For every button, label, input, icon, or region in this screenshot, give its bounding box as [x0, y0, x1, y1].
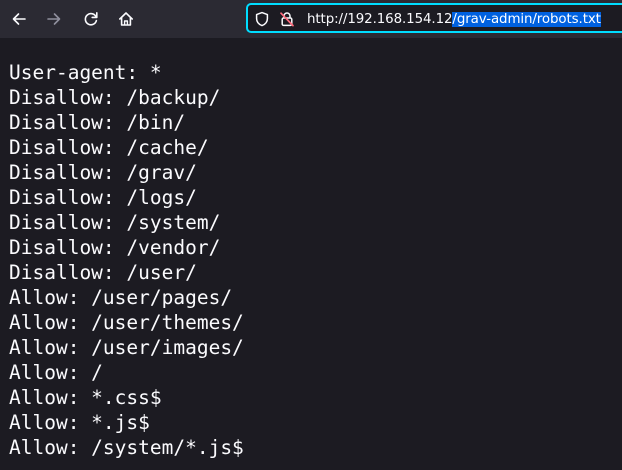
robots-line: Allow: /user/images/: [9, 336, 244, 359]
robots-line: Allow: *.css$: [9, 386, 162, 409]
arrow-right-icon: [47, 13, 61, 25]
robots-line: Disallow: /cache/: [9, 136, 209, 159]
lock-slash-icon[interactable]: [279, 11, 295, 27]
robots-line: Disallow: /backup/: [9, 86, 221, 109]
address-bar[interactable]: http://192.168.154.12/grav-admin/robots.…: [246, 3, 622, 33]
robots-line: Allow: /: [9, 361, 103, 384]
arrow-left-icon: [12, 13, 26, 25]
robots-line: Allow: /system/*.js$: [9, 436, 244, 459]
robots-line: Disallow: /user/: [9, 261, 197, 284]
url-host: http://192.168.154.12: [307, 12, 453, 27]
robots-line: Disallow: /grav/: [9, 161, 197, 184]
forward-button[interactable]: [40, 5, 68, 33]
robots-line: Disallow: /bin/: [9, 111, 186, 134]
home-button[interactable]: [112, 5, 140, 33]
robots-line: Disallow: /system/: [9, 211, 221, 234]
robots-line: Allow: /user/themes/: [9, 311, 244, 334]
reload-button[interactable]: [77, 5, 105, 33]
robots-txt-body: User-agent: * Disallow: /backup/Disallow:…: [9, 60, 244, 460]
page-content: User-agent: * Disallow: /backup/Disallow:…: [0, 38, 622, 470]
shield-icon[interactable]: [254, 11, 270, 27]
robots-line: Disallow: /logs/: [9, 186, 197, 209]
browser-toolbar: http://192.168.154.12/grav-admin/robots.…: [0, 0, 622, 38]
robots-line: Allow: *.js$: [9, 411, 150, 434]
back-button[interactable]: [5, 5, 33, 33]
home-icon: [119, 12, 133, 26]
robots-line: Allow: /user/pages/: [9, 286, 233, 309]
reload-icon: [84, 12, 98, 26]
robots-line: User-agent: *: [9, 61, 162, 84]
robots-line: Disallow: /vendor/: [9, 236, 221, 259]
url-selected-path: /grav-admin/robots.txt: [452, 12, 601, 27]
url-text[interactable]: http://192.168.154.12/grav-admin/robots.…: [307, 10, 601, 29]
